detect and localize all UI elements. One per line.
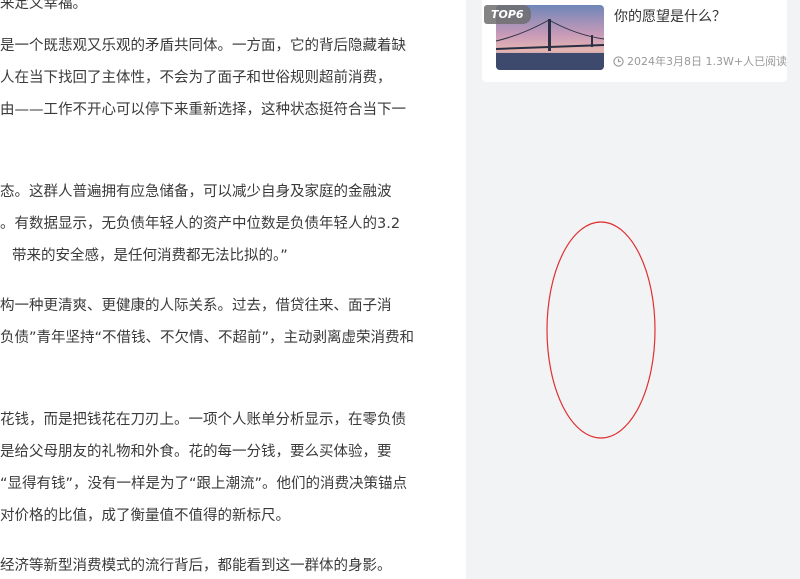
- article-line: 。有数据显示，无负债年轻人的资产中位数是负债年轻人的3.2: [0, 216, 401, 232]
- article-line: 是给父母朋友的礼物和外食。花的每一分钱，要么买体验，要: [0, 444, 392, 460]
- article-line: 对价格的比值，成了衡量值不值得的新标尺。: [0, 508, 290, 524]
- clock-icon: [613, 55, 624, 67]
- rank-badge: TOP6: [484, 5, 531, 24]
- hot-article-item[interactable]: TOP6 你的愿望是什么？ 2024年3月8日 1.3W+人已阅读: [482, 0, 787, 82]
- article-line: 带来的安全感，是任何消费都无法比拟的。”: [12, 248, 288, 264]
- article-body: 来定义幸福。 是一个既悲观又乐观的矛盾共同体。一方面，它的背后隐藏着缺 人在当下…: [0, 0, 466, 579]
- article-line: 由——工作不开心可以停下来重新选择，这种状态挺符合当下一: [0, 102, 406, 118]
- article-line: 经济等新型消费模式的流行背后，都能看到这一群体的身影。: [0, 558, 392, 574]
- hot-article-meta: 2024年3月8日 1.3W+人已阅读: [613, 53, 787, 69]
- article-line: 态。这群人普遍拥有应急储备，可以减少自身及家庭的金融波: [0, 184, 392, 200]
- article-line: “显得有钱”，没有一样是为了“跟上潮流”。他们的消费决策锚点: [0, 476, 408, 492]
- article-line: 构一种更清爽、更健康的人际关系。过去，借贷往来、面子消: [0, 298, 392, 314]
- annotation-ellipse: [546, 221, 656, 439]
- article-line: 是一个既悲观又乐观的矛盾共同体。一方面，它的背后隐藏着缺: [0, 38, 406, 54]
- article-line: 人在当下找回了主体性，不会为了面子和世俗规则超前消费，: [0, 70, 392, 86]
- article-line: 花钱，而是把钱花在刀刃上。一项个人账单分析显示，在零负债: [0, 412, 406, 428]
- sidebar: TOP6 你的愿望是什么？ 2024年3月8日 1.3W+人已阅读: [466, 0, 800, 579]
- article-line: 负债”青年坚持“不借钱、不欠情、不超前”，主动剥离虚荣消费和: [0, 330, 415, 346]
- publish-date-views: 2024年3月8日 1.3W+人已阅读: [627, 55, 788, 68]
- hot-article-title[interactable]: 你的愿望是什么？: [614, 6, 726, 26]
- article-line: 来定义幸福。: [0, 0, 87, 12]
